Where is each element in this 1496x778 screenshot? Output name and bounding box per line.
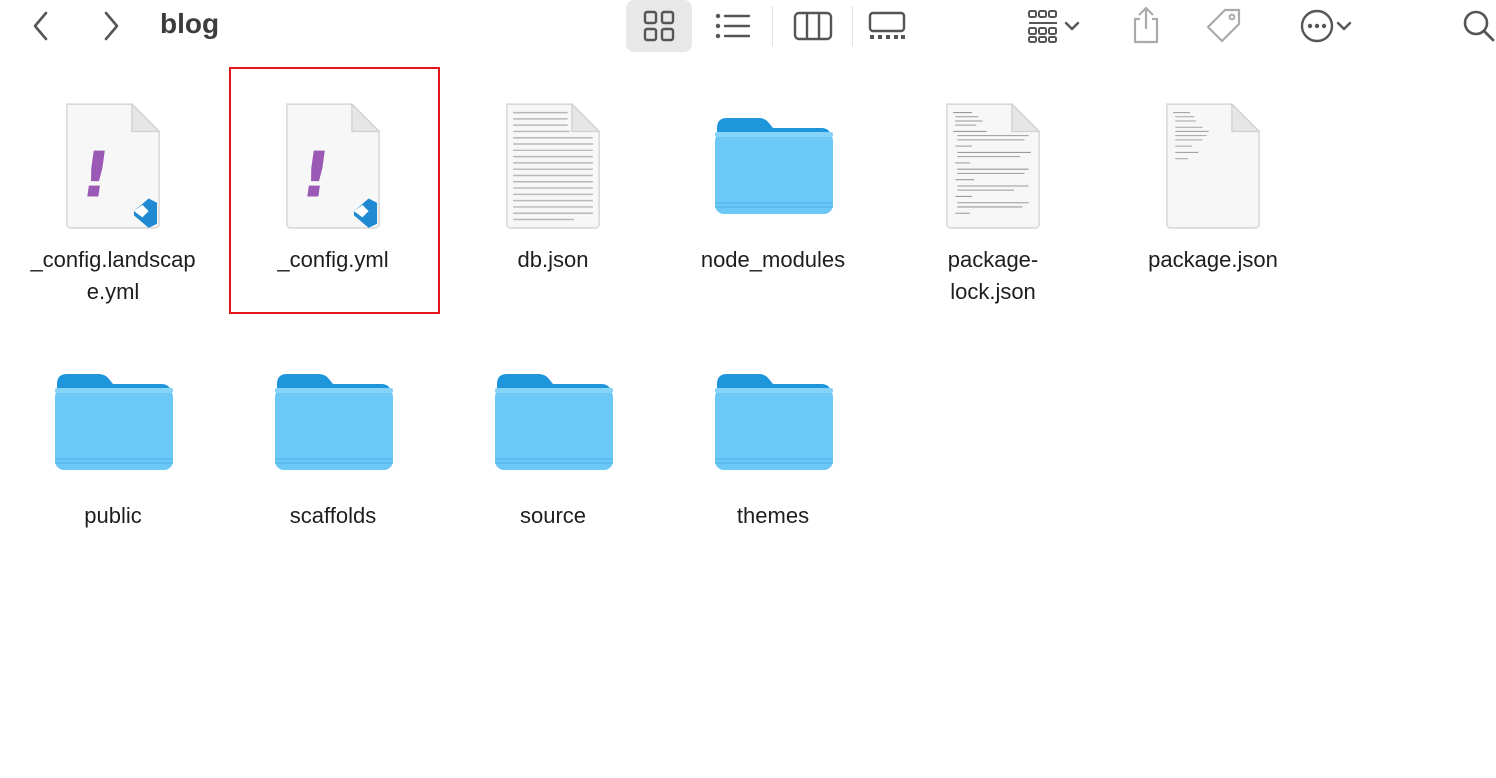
folder-item-scaffolds[interactable]: scaffolds xyxy=(223,356,443,532)
chevron-down-icon xyxy=(1064,21,1080,31)
group-button[interactable] xyxy=(1012,8,1092,44)
folder-icon xyxy=(711,100,835,230)
folder-name-label: scaffolds xyxy=(289,503,377,528)
group-icon xyxy=(1028,10,1057,43)
back-button[interactable] xyxy=(26,8,56,44)
toolbar-divider xyxy=(852,6,853,46)
share-icon xyxy=(1133,6,1159,44)
more-button[interactable] xyxy=(1290,6,1362,46)
list-icon xyxy=(715,13,751,39)
folder-name-label: node_modules xyxy=(700,247,846,272)
json-file-icon xyxy=(931,100,1055,230)
folder-icon xyxy=(51,356,175,486)
folder-name-label: public xyxy=(84,503,142,528)
file-item-config-yml[interactable]: ! _config.yml xyxy=(223,100,443,276)
folder-name-label: themes xyxy=(736,503,810,528)
json-file-icon xyxy=(491,100,615,230)
file-name-label: db.json xyxy=(517,247,589,272)
gallery-view-button[interactable] xyxy=(864,8,910,44)
file-item-db-json[interactable]: db.json xyxy=(443,100,663,276)
folder-item-public[interactable]: public xyxy=(3,356,223,532)
columns-icon xyxy=(793,11,833,41)
file-name-label: _config.landscap e.yml xyxy=(30,247,196,304)
folder-item-source[interactable]: source xyxy=(443,356,663,532)
window-title: blog xyxy=(160,8,220,39)
chevron-left-icon xyxy=(33,11,48,41)
chevron-down-icon xyxy=(1336,21,1352,31)
gallery-icon xyxy=(868,11,906,39)
folder-icon xyxy=(491,356,615,486)
grid-icon xyxy=(643,10,675,42)
share-button[interactable] xyxy=(1126,4,1166,46)
chevron-right-icon xyxy=(104,11,119,41)
folder-icon xyxy=(271,356,395,486)
folder-icon xyxy=(711,356,835,486)
tag-button[interactable] xyxy=(1202,6,1246,46)
file-item-config-landscape[interactable]: ! _config.landscap e.yml xyxy=(3,100,223,308)
folder-name-label: source xyxy=(519,503,587,528)
list-view-button[interactable] xyxy=(710,8,756,44)
json-file-icon xyxy=(1151,100,1275,230)
search-icon xyxy=(1463,10,1495,42)
yaml-file-icon: ! xyxy=(271,100,395,230)
folder-item-themes[interactable]: themes xyxy=(663,356,883,532)
file-name-label: _config.yml xyxy=(277,247,389,272)
search-button[interactable] xyxy=(1460,6,1496,46)
icon-view-button[interactable] xyxy=(626,0,692,52)
folder-item-node-modules[interactable]: node_modules xyxy=(663,100,883,276)
tag-icon xyxy=(1206,8,1241,43)
file-name-label: package- lock.json xyxy=(947,247,1039,304)
file-item-package-lock-json[interactable]: package- lock.json xyxy=(883,100,1103,308)
yaml-file-icon: ! xyxy=(51,100,175,230)
column-view-button[interactable] xyxy=(790,8,836,44)
file-item-package-json[interactable]: package.json xyxy=(1103,100,1323,276)
file-name-label: package.json xyxy=(1148,247,1278,272)
forward-button[interactable] xyxy=(96,8,126,44)
finder-toolbar: blog xyxy=(0,0,1496,54)
more-icon xyxy=(1300,9,1334,43)
toolbar-divider xyxy=(772,6,773,46)
